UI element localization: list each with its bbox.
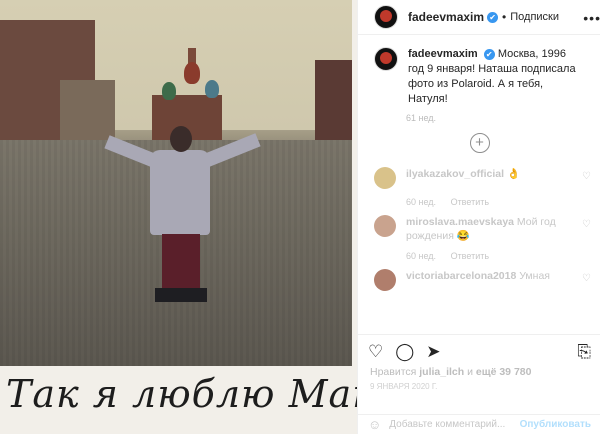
publish-button[interactable]: Опубликовать xyxy=(520,419,591,430)
comment-like-icon[interactable]: ♡ xyxy=(582,171,591,182)
caption-text-block: fadeevmaxim ✔ Москва, 1996 год 9 января!… xyxy=(408,47,585,107)
comment-input[interactable]: Добавьте комментарий... xyxy=(389,419,505,430)
comment-body: victoriabarcelona2018 Умная xyxy=(406,269,571,291)
author-avatar[interactable] xyxy=(374,5,398,29)
caption-username[interactable]: fadeevmaxim xyxy=(408,48,478,60)
like-icon[interactable]: ♡ xyxy=(368,342,383,362)
handwritten-caption: Так я люблю Макса! xyxy=(6,372,357,416)
author-avatar[interactable] xyxy=(374,47,398,71)
person-jacket xyxy=(150,150,210,235)
liker-username[interactable]: julia_ilch xyxy=(419,366,464,378)
comment-meta: 60 нед. Ответить xyxy=(406,251,585,261)
likes-mid: и xyxy=(464,366,476,378)
post-time[interactable]: 61 нед. xyxy=(406,113,600,123)
verified-icon: ✔ xyxy=(487,11,499,23)
following-button[interactable]: Подписки xyxy=(510,11,559,23)
comment-text: Умная xyxy=(519,270,550,282)
comment-icon[interactable]: ◯ xyxy=(395,342,414,362)
commenter-username[interactable]: ilyakazakov_official xyxy=(406,168,504,180)
author-username[interactable]: fadeevmaxim xyxy=(408,10,484,24)
commenter-avatar[interactable] xyxy=(374,215,396,237)
separator-dot: • xyxy=(502,10,507,24)
more-options-icon[interactable]: ••• xyxy=(583,10,600,26)
add-comment-bar: ☺ Добавьте комментарий... Опубликовать xyxy=(358,414,600,434)
load-more-comments[interactable]: + xyxy=(358,133,600,159)
comment-like-icon[interactable]: ♡ xyxy=(582,273,591,284)
person-shoes xyxy=(155,288,207,302)
building-right xyxy=(315,60,352,142)
commenter-username[interactable]: miroslava.maevskaya xyxy=(406,216,514,228)
cathedral-dome xyxy=(184,62,200,84)
comment-time[interactable]: 60 нед. xyxy=(406,197,436,207)
comment-item: miroslava.maevskaya Мой год рождения 😂 ♡… xyxy=(358,207,600,261)
building-left-2 xyxy=(60,80,115,142)
comment-body: ilyakazakov_official 👌 xyxy=(406,167,571,189)
comment-item: ilyakazakov_official 👌 ♡ 60 нед. Ответит… xyxy=(358,159,600,207)
comment-like-icon[interactable]: ♡ xyxy=(582,219,591,230)
comment-item: victoriabarcelona2018 Умная ♡ xyxy=(358,261,600,291)
comment-text: 👌 xyxy=(506,168,521,180)
likes-count[interactable]: ещё 39 780 xyxy=(476,366,532,378)
comment-time[interactable]: 60 нед. xyxy=(406,251,436,261)
person-legs xyxy=(162,234,200,292)
emoji-icon[interactable]: ☺ xyxy=(368,417,381,432)
reply-button[interactable]: Ответить xyxy=(451,197,489,207)
post-header: fadeevmaxim ✔ • Подписки ••• xyxy=(358,0,600,35)
post-caption: fadeevmaxim ✔ Москва, 1996 год 9 января!… xyxy=(358,35,600,107)
commenter-avatar[interactable] xyxy=(374,269,396,291)
comment-body: miroslava.maevskaya Мой год рождения 😂 xyxy=(406,215,571,243)
share-icon[interactable]: ➤ xyxy=(426,342,440,362)
cathedral-dome xyxy=(162,82,176,100)
person-head xyxy=(170,126,192,152)
commenter-avatar[interactable] xyxy=(374,167,396,189)
plus-circle-icon[interactable]: + xyxy=(469,133,490,153)
reply-button[interactable]: Ответить xyxy=(451,251,489,261)
action-icons: ♡ ◯ ➤ ⎘ xyxy=(358,341,600,363)
save-icon[interactable]: ⎘ xyxy=(577,342,591,362)
post-side-panel: fadeevmaxim ✔ • Подписки ••• fadeevmaxim… xyxy=(357,0,600,434)
likes-summary: Нравится julia_ilch и ещё 39 780 xyxy=(358,363,600,378)
cathedral-dome xyxy=(205,80,219,98)
commenter-username[interactable]: victoriabarcelona2018 xyxy=(406,270,516,282)
post-date: 9 ЯНВАРЯ 2020 Г. xyxy=(370,382,438,391)
likes-prefix: Нравится xyxy=(370,366,420,378)
post-actions: ♡ ◯ ➤ ⎘ Нравится julia_ilch и ещё 39 780… xyxy=(358,334,600,391)
polaroid-image xyxy=(0,0,352,366)
comment-meta: 60 нед. Ответить xyxy=(406,197,585,207)
post-photo[interactable]: Так я люблю Макса! xyxy=(0,0,357,434)
verified-icon: ✔ xyxy=(483,48,495,60)
